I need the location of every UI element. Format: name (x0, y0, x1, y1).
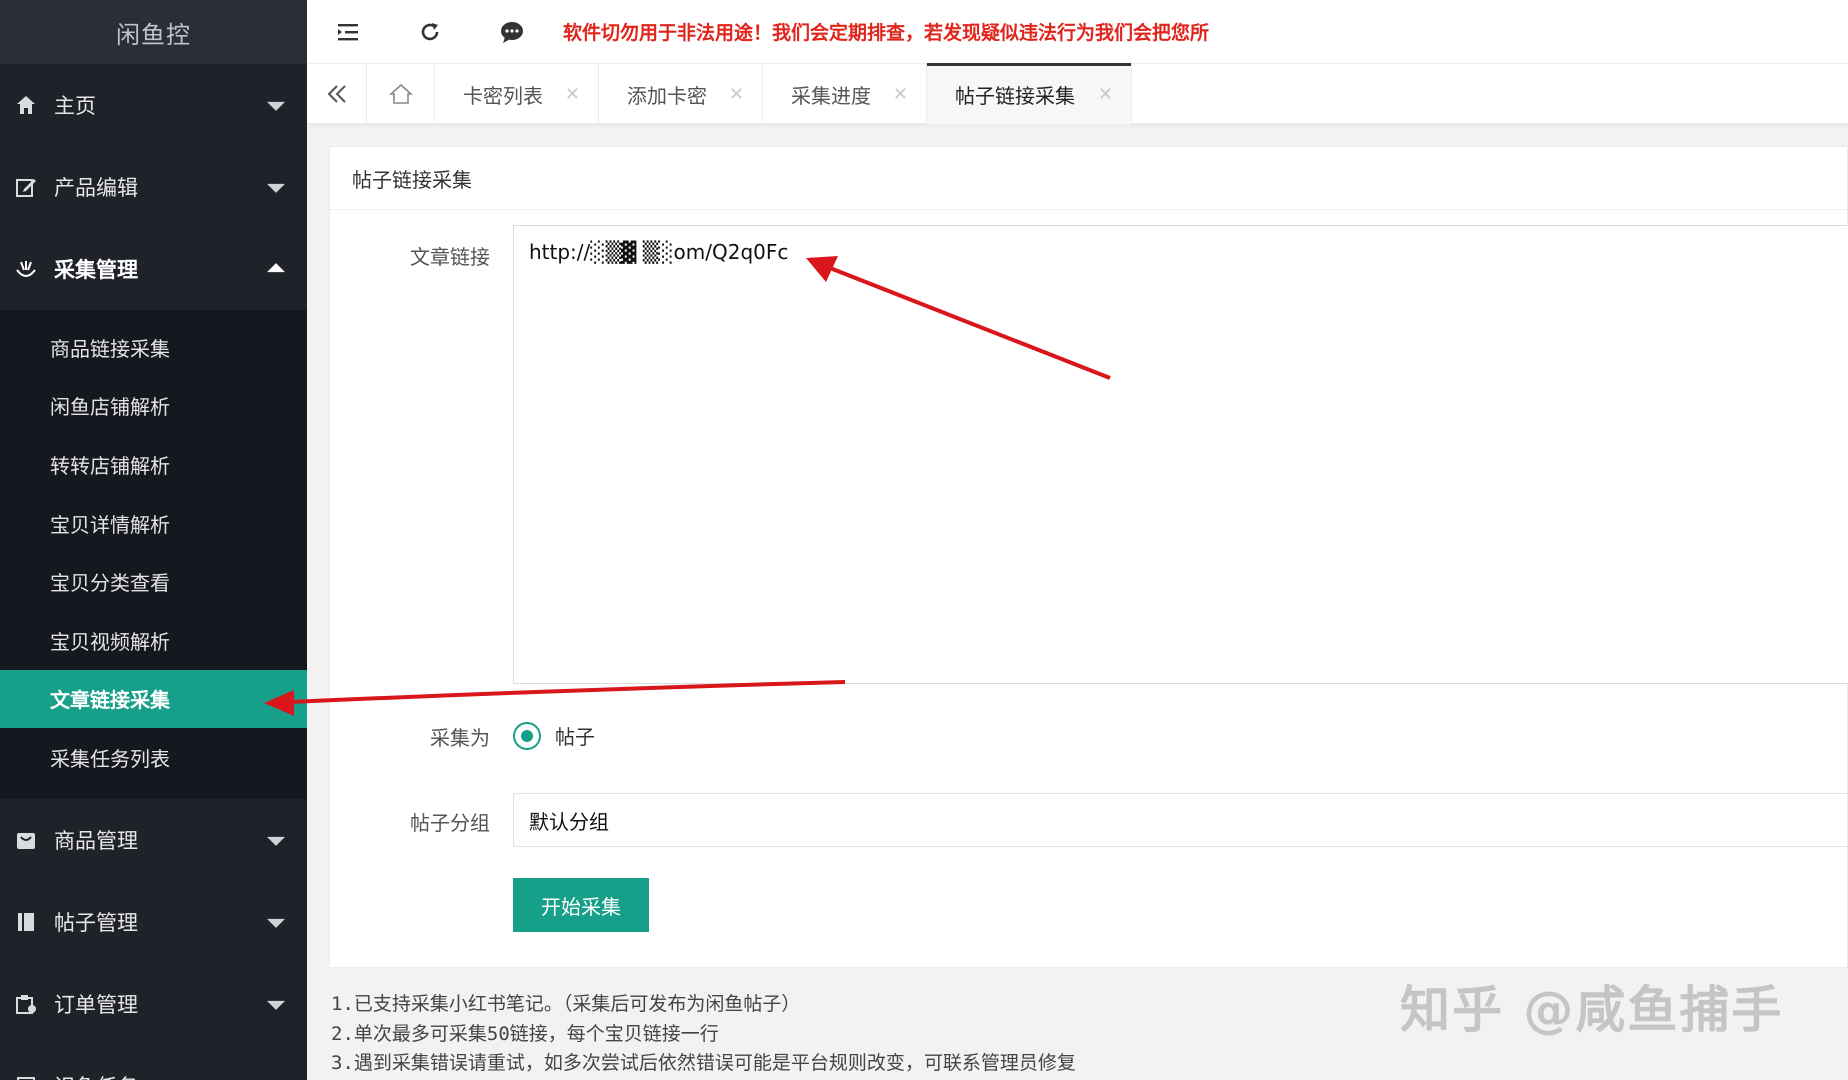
submenu-item-goods-link[interactable]: 商品链接采集 (0, 318, 307, 377)
menu-fold-icon (338, 23, 358, 40)
submenu-item-item-video[interactable]: 宝贝视频解析 (0, 611, 307, 670)
home-icon (14, 93, 38, 117)
article-link-label: 文章链接 (410, 245, 490, 269)
tab-add-card[interactable]: 添加卡密 ✕ (599, 64, 763, 124)
post-link-collect-card: 帖子链接采集 文章链接 http://░▒▓ ▒░om/Q2q0Fc 采集为 帖… (329, 146, 1848, 968)
edit-icon (14, 175, 38, 199)
tab-collect-progress[interactable]: 采集进度 ✕ (763, 64, 927, 124)
menu-order-manage-label: 订单管理 (54, 992, 138, 1017)
post-group-select[interactable]: 默认分组 (513, 793, 1848, 847)
refresh-icon (421, 22, 439, 40)
card-title: 帖子链接采集 (330, 147, 1847, 210)
submenu-item-item-category[interactable]: 宝贝分类查看 (0, 552, 307, 611)
chevron-down-icon (267, 836, 285, 846)
usage-notes: 1.已支持采集小红书笔记。（采集后可发布为闲鱼帖子） 2.单次最多可采集50链接… (331, 990, 1076, 1079)
submenu-item-zhuanzhuan-shop[interactable]: 转转店铺解析 (0, 435, 307, 494)
post-group-label: 帖子分组 (410, 811, 490, 835)
article-link-textarea[interactable]: http://░▒▓ ▒░om/Q2q0Fc (513, 225, 1848, 684)
sidebar: 闲鱼控 主页 产品编辑 采集管理 商品链接采集 闲鱼店铺解析 转转店铺解析 宝贝… (0, 0, 307, 1080)
task-icon (14, 1074, 38, 1080)
tab-label: 采集进度 (791, 83, 871, 108)
chevron-down-icon (267, 101, 285, 111)
menu-order-manage[interactable]: 订单管理 (0, 963, 307, 1045)
tab-post-link-collect[interactable]: 帖子链接采集 ✕ (927, 63, 1132, 124)
tab-label: 卡密列表 (463, 83, 543, 108)
menu-product-edit[interactable]: 产品编辑 (0, 146, 307, 228)
chevron-down-icon (267, 918, 285, 928)
menu-product-edit-label: 产品编辑 (54, 176, 138, 200)
radio-label: 帖子 (555, 725, 595, 749)
note-line: 3.遇到采集错误请重试，如多次尝试后依然错误可能是平台规则改变，可联系管理员修复 (331, 1052, 1076, 1074)
close-icon[interactable]: ✕ (1098, 84, 1113, 105)
menu-post-manage-label: 帖子管理 (54, 910, 138, 935)
collect-submenu: 商品链接采集 闲鱼店铺解析 转转店铺解析 宝贝详情解析 宝贝分类查看 宝贝视频解… (0, 310, 307, 799)
top-header: 软件切勿用于非法用途！我们会定期排查，若发现疑似违法行为我们会把您所 (307, 0, 1848, 64)
menu-collect-label: 采集管理 (54, 258, 138, 282)
start-collect-button[interactable]: 开始采集 (513, 878, 649, 932)
home-outline-icon (388, 83, 413, 104)
menu-home[interactable]: 主页 (0, 64, 307, 146)
submenu-item-item-detail[interactable]: 宝贝详情解析 (0, 494, 307, 553)
submenu-item-xianyu-shop[interactable]: 闲鱼店铺解析 (0, 377, 307, 436)
note-line: 1.已支持采集小红书笔记。（采集后可发布为闲鱼帖子） (331, 993, 801, 1015)
watermark: 知乎 @咸鱼捕手 (1400, 981, 1784, 1039)
book-icon (14, 910, 38, 934)
order-icon (14, 992, 38, 1016)
tab-label: 帖子链接采集 (955, 83, 1075, 108)
menu-goods-manage[interactable]: 商品管理 (0, 799, 307, 881)
tab-bar: 卡密列表 ✕ 添加卡密 ✕ 采集进度 ✕ 帖子链接采集 ✕ (307, 63, 1848, 124)
close-icon[interactable]: ✕ (565, 84, 580, 105)
app-logo: 闲鱼控 (0, 0, 307, 64)
radio-checked-icon[interactable] (513, 721, 541, 750)
collect-as-radio-post[interactable]: 帖子 (513, 721, 595, 750)
menu-collect[interactable]: 采集管理 (0, 228, 307, 310)
collect-icon (14, 257, 38, 281)
close-icon[interactable]: ✕ (893, 84, 908, 105)
menu-home-label: 主页 (54, 94, 96, 118)
close-icon[interactable]: ✕ (729, 84, 744, 105)
bag-icon (14, 828, 38, 852)
menu-goods-manage-label: 商品管理 (54, 828, 138, 853)
tabs-scroll-left-button[interactable] (307, 64, 367, 124)
menu-task-label: 识鱼任务 (54, 1071, 138, 1080)
tab-card-list[interactable]: 卡密列表 ✕ (435, 64, 599, 124)
tab-label: 添加卡密 (627, 83, 707, 108)
chat-bubble-icon (501, 21, 523, 43)
menu-post-manage[interactable]: 帖子管理 (0, 881, 307, 963)
chevron-up-icon (267, 263, 285, 273)
legal-notice: 软件切勿用于非法用途！我们会定期排查，若发现疑似违法行为我们会把您所 (563, 22, 1210, 44)
chevron-down-icon (267, 1000, 285, 1010)
submenu-item-article-link[interactable]: 文章链接采集 (0, 669, 307, 729)
tab-home[interactable] (367, 64, 435, 124)
message-button[interactable] (471, 0, 553, 64)
menu-task[interactable]: 识鱼任务 (0, 1045, 307, 1080)
note-line: 2.单次最多可采集50链接，每个宝贝链接一行 (331, 1022, 719, 1045)
menu-toggle-button[interactable] (307, 0, 389, 64)
refresh-button[interactable] (389, 0, 471, 64)
submenu-item-task-list[interactable]: 采集任务列表 (0, 728, 307, 787)
collect-as-label: 采集为 (430, 726, 490, 750)
chevron-down-icon (267, 183, 285, 193)
double-chevron-left-icon (327, 85, 346, 103)
